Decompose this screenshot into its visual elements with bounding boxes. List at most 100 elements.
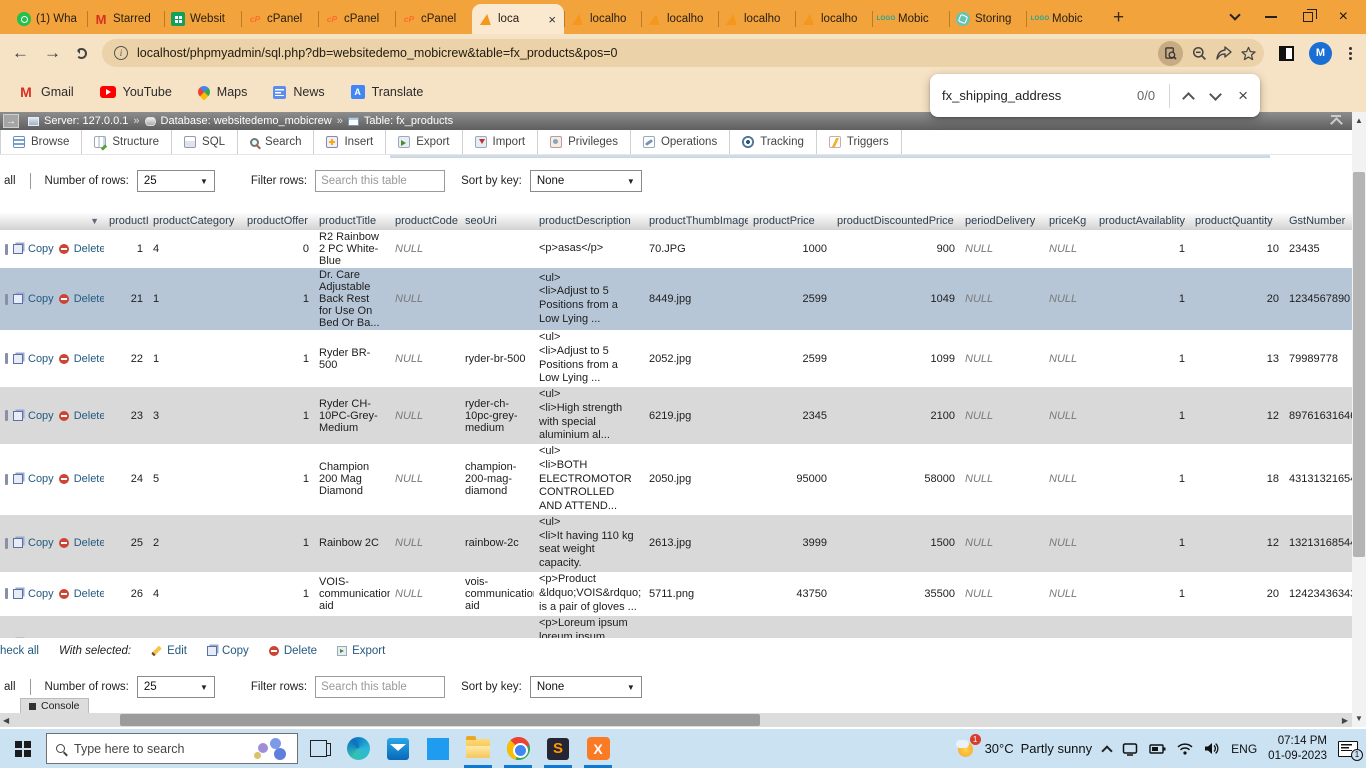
browser-tab[interactable]: Storing (949, 4, 1026, 34)
selected-export-button[interactable]: Export (337, 645, 385, 657)
column-header-productID[interactable]: productID (104, 212, 148, 230)
scroll-to-top-icon[interactable] (1330, 115, 1342, 125)
find-in-page-active-icon[interactable] (1158, 41, 1183, 66)
column-header-productDiscountedPrice[interactable]: productDiscountedPrice (832, 212, 960, 230)
pma-tab-insert[interactable]: Insert (314, 130, 386, 154)
edit-link-clipped-icon[interactable] (5, 410, 8, 421)
selected-edit-button[interactable]: Edit (151, 645, 187, 657)
pma-tab-operations[interactable]: Operations (631, 130, 730, 154)
pma-tab-browse[interactable]: Browse (0, 130, 82, 154)
column-header-productCategory[interactable]: productCategory (148, 212, 242, 230)
site-info-icon[interactable]: i (114, 46, 128, 60)
vertical-scrollbar[interactable]: ▲ ▼ (1352, 112, 1366, 727)
browser-tab[interactable]: MStarred (87, 4, 164, 34)
table-row[interactable]: CopyDelete2331Ryder CH-10PC-Grey-MediumN… (0, 387, 1352, 444)
column-header-productCode[interactable]: productCode (390, 212, 460, 230)
row-copy-link[interactable]: Copy (28, 537, 54, 549)
pma-tab-triggers[interactable]: Triggers (817, 130, 902, 154)
find-close-button[interactable]: × (1238, 86, 1248, 106)
scroll-down-arrow[interactable]: ▼ (1355, 714, 1363, 723)
edit-link-clipped-icon[interactable] (5, 294, 8, 305)
column-header-periodDelivery[interactable]: periodDelivery (960, 212, 1044, 230)
edit-link-clipped-icon[interactable] (5, 538, 8, 549)
row-copy-link[interactable]: Copy (28, 293, 54, 305)
show-all-label-partial[interactable]: all (4, 681, 16, 693)
bookmark-translate[interactable]: ATranslate (351, 85, 424, 99)
row-delete-link[interactable]: Delete (74, 293, 104, 305)
browser-tab[interactable]: cPcPanel (395, 4, 472, 34)
back-button[interactable]: ← (12, 43, 29, 63)
minimize-button[interactable] (1265, 16, 1277, 18)
find-query[interactable]: fx_shipping_address (942, 88, 1127, 103)
number-of-rows-select[interactable]: 25▼ (137, 170, 215, 192)
pma-tab-import[interactable]: Import (463, 130, 539, 154)
row-delete-link[interactable]: Delete (74, 473, 104, 485)
edit-link-clipped-icon[interactable] (5, 353, 8, 364)
column-header-priceKg[interactable]: priceKg (1044, 212, 1094, 230)
table-row[interactable]: CopyDelete2641VOIS-communication aidNULL… (0, 572, 1352, 616)
row-copy-link[interactable]: Copy (28, 243, 54, 255)
restore-button[interactable] (1303, 12, 1313, 22)
table-row[interactable]: CopyDelete2111Dr. Care Adjustable Back R… (0, 268, 1352, 330)
pma-tab-export[interactable]: Export (386, 130, 462, 154)
chrome-button[interactable] (498, 729, 538, 768)
close-window-button[interactable]: × (1339, 12, 1348, 22)
browser-tab[interactable]: localho (718, 4, 795, 34)
column-options-header[interactable]: ▼ (0, 212, 104, 230)
table-row[interactable]: CopyDelete2451Champion 200 Mag DiamondNU… (0, 444, 1352, 515)
zoom-out-icon[interactable] (1192, 46, 1207, 61)
address-bar[interactable]: i localhost/phpmyadmin/sql.php?db=websit… (102, 39, 1264, 67)
notification-icon[interactable]: 1 (1338, 741, 1358, 757)
forward-button[interactable]: → (44, 43, 61, 63)
column-header-seoUri[interactable]: seoUri (460, 212, 534, 230)
column-header-productThumbImage[interactable]: productThumbImage (644, 212, 748, 230)
console-tab[interactable]: Console (20, 698, 89, 713)
volume-icon[interactable] (1204, 742, 1220, 755)
task-view-button[interactable] (298, 729, 338, 768)
horizontal-scrollbar[interactable]: ◀ ▶ (0, 713, 1352, 727)
browser-tab[interactable]: localho (564, 4, 641, 34)
breadcrumb-table[interactable]: Table: fx_products (364, 115, 453, 127)
row-copy-link[interactable]: Copy (28, 410, 54, 422)
scroll-left-arrow[interactable]: ◀ (3, 716, 9, 725)
table-row[interactable]: CopyDelete140R2 Rainbow 2 PC White-BlueN… (0, 230, 1352, 268)
row-delete-link[interactable]: Delete (74, 410, 104, 422)
language-indicator[interactable]: ENG (1231, 742, 1257, 756)
url-text[interactable]: localhost/phpmyadmin/sql.php?db=websited… (137, 46, 1149, 60)
table-row[interactable]: CopyDelete2211Ryder BR-500NULLryder-br-5… (0, 330, 1352, 387)
mail-button[interactable] (378, 729, 418, 768)
column-header-productAvailablity[interactable]: productAvailablity (1094, 212, 1190, 230)
selected-copy-button[interactable]: Copy (207, 645, 249, 657)
cast-icon[interactable] (1122, 742, 1138, 756)
pma-tab-structure[interactable]: Structure (82, 130, 172, 154)
bookmark-maps[interactable]: Maps (198, 85, 248, 99)
edit-link-clipped-icon[interactable] (5, 474, 8, 485)
column-header-productQuantity[interactable]: productQuantity (1190, 212, 1284, 230)
bookmark-youtube[interactable]: YouTube (100, 85, 172, 99)
scroll-up-arrow[interactable]: ▲ (1355, 116, 1363, 125)
column-header-productOffer[interactable]: productOffer (242, 212, 314, 230)
pma-tab-tracking[interactable]: Tracking (730, 130, 817, 154)
browser-tab[interactable]: localho (641, 4, 718, 34)
edit-link-clipped-icon[interactable] (5, 244, 8, 255)
sublime-button[interactable]: S (538, 729, 578, 768)
bookmark-news[interactable]: News (273, 85, 324, 99)
browser-tab-active[interactable]: loca× (472, 4, 564, 34)
new-tab-button[interactable]: + (1113, 7, 1124, 29)
clock[interactable]: 07:14 PM 01-09-2023 (1268, 734, 1327, 764)
row-copy-link[interactable]: Copy (28, 473, 54, 485)
filter-rows-input[interactable] (315, 170, 445, 192)
column-header-productDescription[interactable]: productDescription (534, 212, 644, 230)
horizontal-scroll-thumb[interactable] (120, 714, 760, 726)
scroll-right-arrow[interactable]: ▶ (1342, 716, 1348, 725)
row-delete-link[interactable]: Delete (74, 588, 104, 600)
file-explorer-button[interactable] (458, 729, 498, 768)
browser-tab[interactable]: (1) Wha (10, 4, 87, 34)
column-header-GstNumber[interactable]: GstNumber (1284, 212, 1352, 230)
share-icon[interactable] (1216, 46, 1232, 60)
column-header-productPrice[interactable]: productPrice (748, 212, 832, 230)
row-delete-link[interactable]: Delete (74, 537, 104, 549)
selected-delete-button[interactable]: Delete (269, 645, 317, 657)
vscode-button[interactable] (418, 729, 458, 768)
check-all-link[interactable]: heck all (0, 645, 39, 657)
